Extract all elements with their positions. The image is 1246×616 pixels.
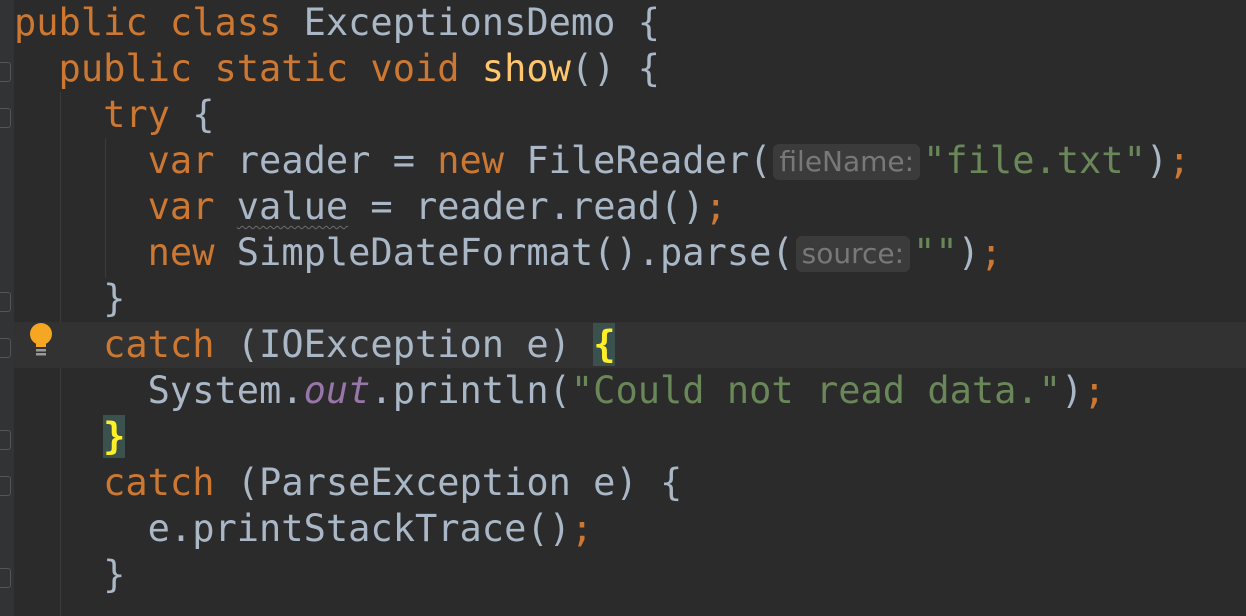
code-token: new [437,139,527,182]
code-token: } [103,415,126,458]
code-token: } [14,553,126,596]
code-line[interactable]: System.out.println("Could not read data.… [14,368,1246,414]
fold-marker-icon[interactable] [0,568,11,588]
code-line[interactable]: public static void show() { [14,46,1246,92]
code-token: "Could not read data." [570,369,1061,412]
code-token: System. [14,369,304,412]
code-token: value [236,185,349,228]
code-token: "file.txt" [923,139,1146,182]
parameter-hint: source: [795,236,911,272]
code-token: .println( [370,369,571,412]
code-token: ) [957,231,980,274]
code-token: ; [1168,139,1191,182]
code-token: out [303,369,371,412]
code-token: e.printStackTrace() [14,507,571,550]
code-line[interactable]: } [14,552,1246,598]
code-line[interactable]: public class ExceptionsDemo { [14,0,1246,46]
code-line[interactable]: } [14,414,1246,460]
code-token: reader = [236,139,438,182]
fold-marker-icon[interactable] [0,292,11,312]
code-token: ; [979,231,1003,274]
code-token: show [481,47,571,90]
code-token: try [14,93,193,136]
code-editor[interactable]: public class ExceptionsDemo { public sta… [0,0,1246,616]
code-token: ) [1060,369,1084,412]
fold-marker-icon[interactable] [0,476,11,496]
code-line[interactable]: try { [14,92,1246,138]
code-token: catch [14,461,237,504]
code-token: = reader.read() [348,185,705,228]
code-token: new [14,231,237,274]
code-line[interactable]: var reader = new FileReader(fileName: "fi… [14,138,1246,184]
code-token: () { [570,47,661,90]
code-token: public static void [14,47,482,90]
fold-marker-icon[interactable] [0,338,11,358]
code-token: FileReader( [526,139,772,182]
code-token: } [14,277,126,320]
code-line[interactable]: new SimpleDateFormat().parse(source: ""); [14,230,1246,276]
fold-marker-icon[interactable] [0,108,11,128]
code-token: public class [14,1,304,44]
code-token: (ParseException e) { [236,461,683,504]
code-token: ) [1145,139,1169,182]
lightbulb-icon[interactable] [28,322,54,358]
code-token: ; [570,507,594,550]
code-token: var [14,139,237,182]
code-token: "" [913,231,958,274]
code-token: ExceptionsDemo { [303,1,661,44]
code-token: (IOException e) [236,323,594,366]
code-token: var [14,185,237,228]
code-token: ; [704,185,727,228]
parameter-hint: fileName: [773,144,921,180]
fold-marker-icon[interactable] [0,430,11,450]
code-line[interactable]: } [14,276,1246,322]
code-token: { [593,323,616,366]
code-line[interactable]: e.printStackTrace(); [14,506,1246,552]
code-token: ; [1083,369,1106,412]
fold-marker-icon[interactable] [0,62,11,82]
code-token: SimpleDateFormat().parse( [236,231,794,274]
code-line[interactable]: catch (IOException e) { [14,322,1246,368]
code-token: { [192,93,215,136]
code-line[interactable]: catch (ParseException e) { [14,460,1246,506]
code-line[interactable]: var value = reader.read(); [14,184,1246,230]
